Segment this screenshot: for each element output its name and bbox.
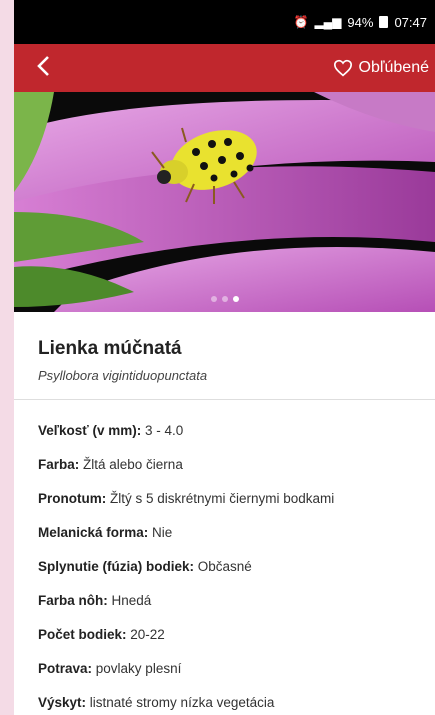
- app-bar: Obľúbené: [14, 44, 435, 92]
- ladybird-photo: [14, 92, 435, 312]
- detail-row: Pronotum: Žltý s 5 diskrétnymi čiernymi …: [38, 482, 411, 516]
- back-button[interactable]: [36, 55, 50, 81]
- detail-value: 3 - 4.0: [141, 423, 184, 438]
- detail-label: Veľkosť (v mm):: [38, 423, 142, 438]
- detail-label: Melanická forma:: [38, 525, 149, 540]
- battery-icon: [379, 16, 389, 28]
- detail-value: 20-22: [126, 627, 165, 642]
- favorite-button[interactable]: Obľúbené: [333, 59, 430, 77]
- heart-icon: [333, 59, 352, 77]
- photo-carousel[interactable]: [14, 92, 435, 312]
- detail-label: Splynutie (fúzia) bodiek:: [38, 559, 195, 574]
- detail-value: povlaky plesní: [92, 661, 182, 676]
- species-name: Lienka múčnatá: [38, 338, 182, 359]
- detail-row: Splynutie (fúzia) bodiek: Občasné: [38, 550, 411, 584]
- detail-label: Farba nôh:: [38, 593, 108, 608]
- detail-row: Počet bodiek: 20-22: [38, 618, 411, 652]
- carousel-dot[interactable]: [210, 296, 217, 302]
- alarm-icon: ⏰: [293, 15, 309, 29]
- detail-value: listnaté stromy nízka vegetácia: [86, 695, 275, 710]
- detail-value: Občasné: [194, 559, 252, 574]
- species-header: Lienka múčnatá Psyllobora vigintiduopunc…: [14, 312, 435, 400]
- detail-label: Potrava:: [38, 661, 93, 676]
- detail-label: Farba:: [38, 457, 80, 472]
- detail-row: Farba: Žltá alebo čierna: [38, 448, 411, 482]
- detail-row: Farba nôh: Hnedá: [38, 584, 411, 618]
- detail-row: Veľkosť (v mm): 3 - 4.0: [38, 414, 411, 448]
- carousel-indicator: [14, 296, 435, 302]
- detail-row: Melanická forma: Nie: [38, 516, 411, 550]
- detail-label: Pronotum:: [38, 491, 107, 506]
- detail-value: Hnedá: [107, 593, 152, 608]
- detail-value: Žltý s 5 diskrétnymi čiernymi bodkami: [106, 491, 335, 506]
- detail-label: Výskyt:: [38, 695, 87, 710]
- battery-percent: 94%: [347, 14, 374, 30]
- detail-value: Nie: [148, 525, 173, 540]
- phone-screen: ⏰ ▂▄▆ 94% 07:47 Obľúbené Lienka múčnatá …: [14, 0, 435, 715]
- species-latin-name: Psyllobora vigintiduopunctata: [38, 368, 208, 383]
- carousel-dot[interactable]: [221, 296, 228, 302]
- detail-label: Počet bodiek:: [38, 627, 127, 642]
- signal-icon: ▂▄▆: [314, 15, 342, 29]
- favorite-label: Obľúbené: [358, 59, 430, 76]
- status-bar: ⏰ ▂▄▆ 94% 07:47: [14, 0, 435, 44]
- carousel-dot-active[interactable]: [232, 296, 239, 302]
- detail-row: Potrava: povlaky plesní: [38, 652, 411, 686]
- detail-row: Výskyt: listnaté stromy nízka vegetácia: [38, 686, 411, 715]
- species-details: Veľkosť (v mm): 3 - 4.0 Farba: Žltá aleb…: [14, 400, 435, 715]
- clock: 07:47: [394, 14, 427, 30]
- chevron-left-icon: [37, 56, 49, 76]
- detail-value: Žltá alebo čierna: [79, 457, 183, 472]
